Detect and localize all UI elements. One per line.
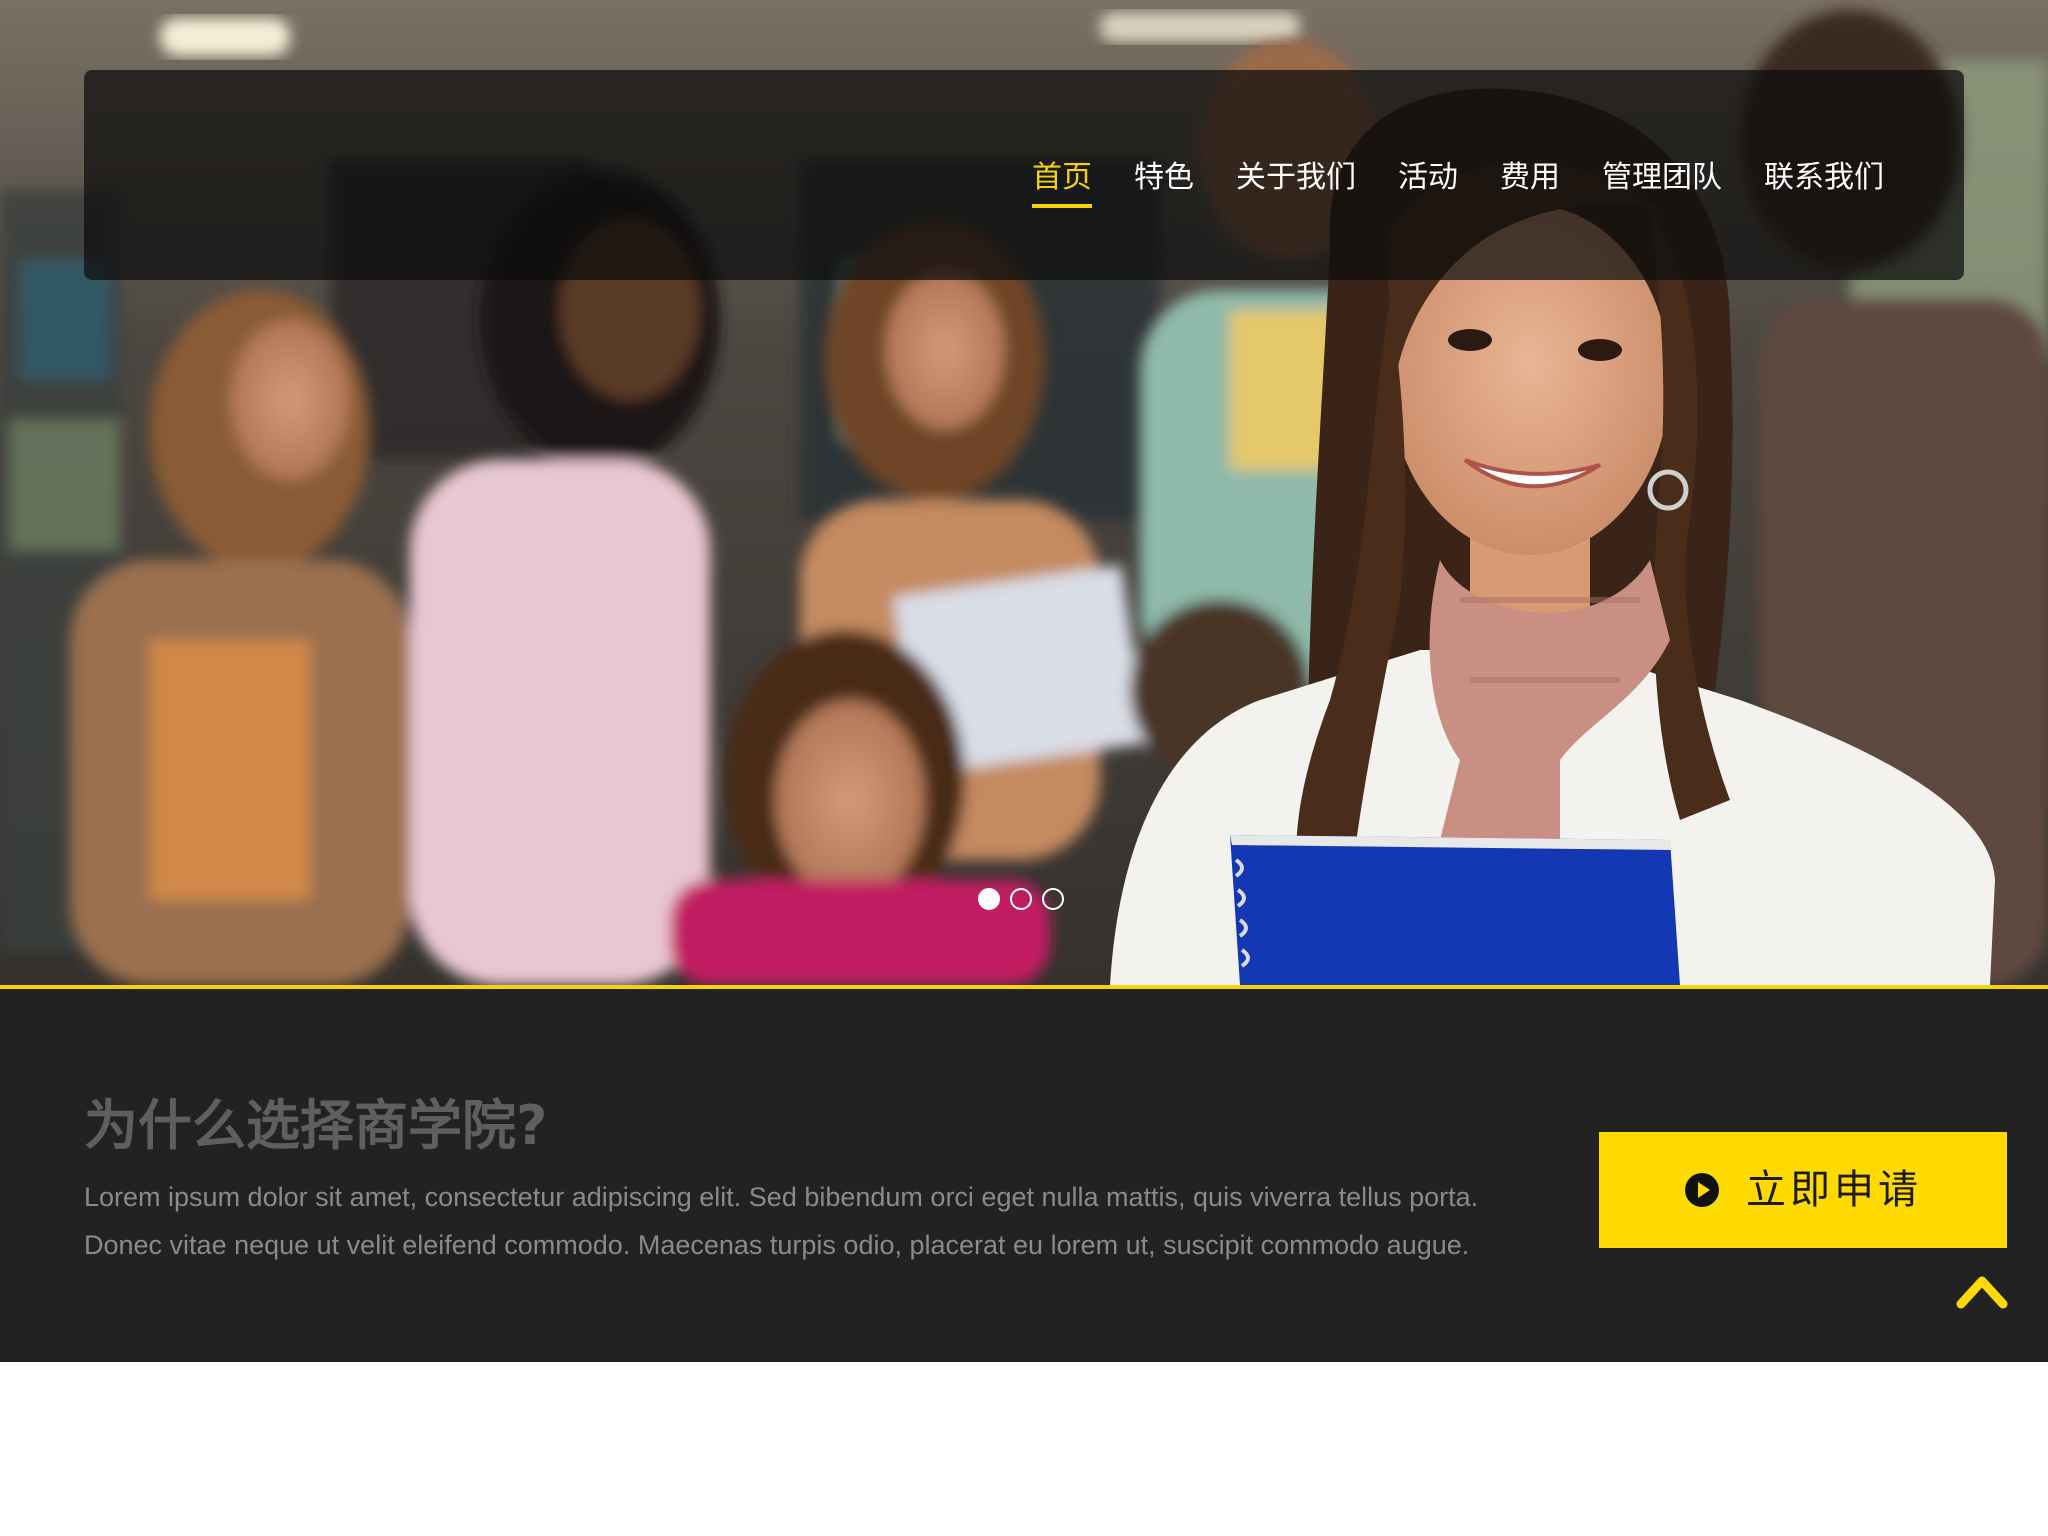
main-nav: 首页 特色 关于我们 活动 费用 管理团队 联系我们 <box>1032 158 1884 208</box>
slider-dot-3[interactable] <box>1042 888 1064 910</box>
play-circle-icon <box>1685 1173 1719 1207</box>
nav-item-features[interactable]: 特色 <box>1134 158 1194 208</box>
section-description: Lorem ipsum dolor sit amet, consectetur … <box>84 1182 1479 1260</box>
apply-now-button[interactable]: 立即申请 <box>1599 1132 2007 1248</box>
nav-item-contact[interactable]: 联系我们 <box>1764 158 1884 208</box>
nav-item-home[interactable]: 首页 <box>1032 158 1092 208</box>
nav-item-fees[interactable]: 费用 <box>1500 158 1560 208</box>
chevron-up-icon[interactable] <box>1956 1272 2008 1310</box>
nav-panel: 首页 特色 关于我们 活动 费用 管理团队 联系我们 <box>84 70 1964 280</box>
slider-dot-1[interactable] <box>978 888 1000 910</box>
nav-item-team[interactable]: 管理团队 <box>1602 158 1722 208</box>
slider-dots <box>978 888 1064 910</box>
section-title: 为什么选择商学院? <box>84 1094 548 1157</box>
nav-item-about[interactable]: 关于我们 <box>1236 158 1356 208</box>
why-choose-section: 为什么选择商学院? Lorem ipsum dolor sit amet, co… <box>0 985 2048 1362</box>
slider-dot-2[interactable] <box>1010 888 1032 910</box>
apply-now-label: 立即申请 <box>1746 1168 1922 1212</box>
nav-item-events[interactable]: 活动 <box>1398 158 1458 208</box>
hero-slider: 首页 特色 关于我们 活动 费用 管理团队 联系我们 <box>0 0 2048 985</box>
page-body-blank <box>0 1362 2048 1536</box>
